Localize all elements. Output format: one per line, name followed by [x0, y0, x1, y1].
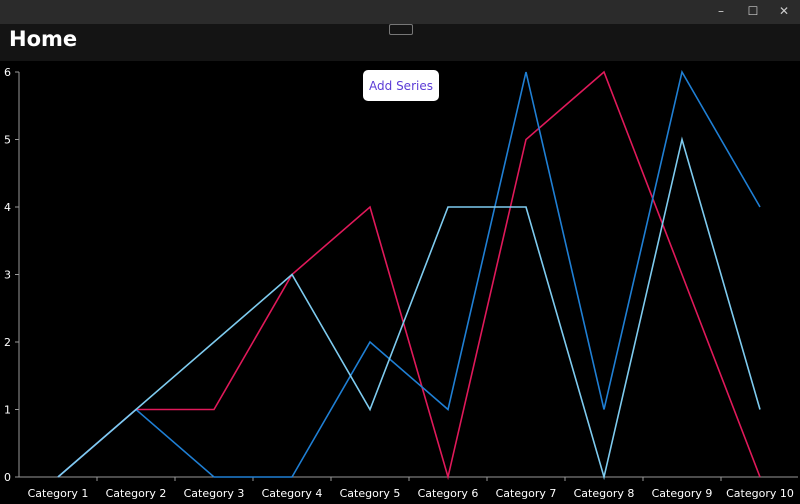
x-tick-label: Category 2	[106, 487, 167, 500]
y-tick-label: 0	[4, 471, 11, 484]
series-line-1	[57, 70, 761, 481]
x-tick-label: Category 1	[28, 487, 89, 500]
x-tick-label: Category 4	[262, 487, 323, 500]
series-line-2	[57, 69, 761, 478]
y-tick-label: 3	[4, 269, 11, 282]
y-tick-label: 4	[4, 201, 11, 214]
x-tick-label: Category 3	[184, 487, 245, 500]
x-tick-label: Category 10	[726, 487, 794, 500]
x-tick-label: Category 6	[418, 487, 479, 500]
x-tick-label: Category 8	[574, 487, 635, 500]
x-tick-label: Category 9	[652, 487, 713, 500]
x-tick-label: Category 7	[496, 487, 557, 500]
x-tick-label: Category 5	[340, 487, 401, 500]
y-tick-label: 6	[4, 66, 11, 79]
y-tick-label: 5	[4, 134, 11, 147]
add-series-button[interactable]: Add Series	[363, 70, 439, 101]
y-tick-label: 1	[4, 404, 11, 417]
y-tick-label: 2	[4, 336, 11, 349]
